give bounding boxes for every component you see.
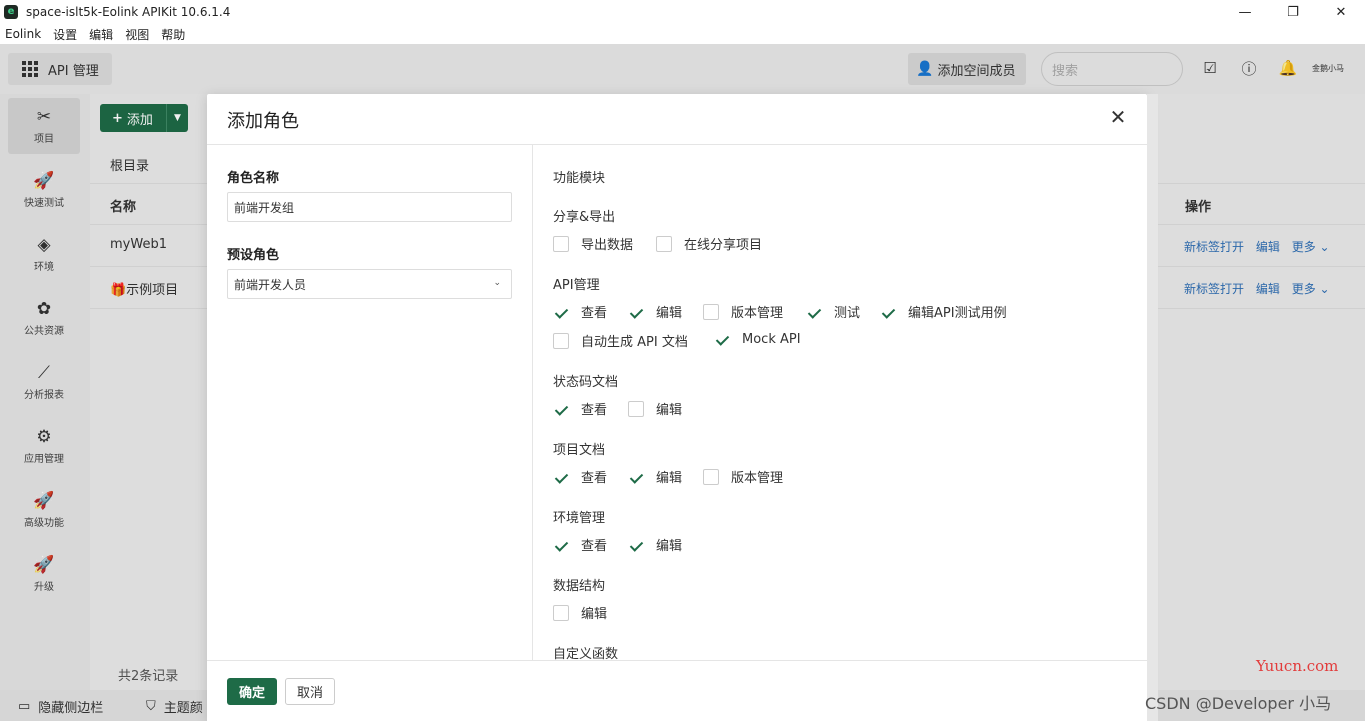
module-title: 功能模块: [553, 171, 606, 186]
menu-edit[interactable]: 编辑: [89, 26, 113, 43]
checkbox-share-project[interactable]: 在线分享项目: [656, 234, 762, 253]
checkbox-label: 版本管理: [731, 306, 784, 321]
checkbox-doc-view[interactable]: 查看: [553, 467, 607, 486]
checkbox-export-data[interactable]: 导出数据: [553, 234, 633, 253]
checkbox-box[interactable]: [880, 303, 896, 320]
confirm-button[interactable]: 确定: [227, 678, 277, 705]
add-role-dialog: 添加角色 ✕ 角色名称 前端开发组 预设角色 前端开发人员 ⌄ 功能模块 分享&…: [207, 94, 1147, 721]
role-name-input[interactable]: 前端开发组: [227, 192, 512, 222]
checkbox-struct-edit[interactable]: 编辑: [553, 603, 607, 622]
checkbox-label: 编辑: [581, 607, 608, 622]
cancel-button[interactable]: 取消: [285, 678, 335, 705]
role-name-label: 角色名称: [227, 171, 280, 186]
checkbox-env-view[interactable]: 查看: [553, 535, 607, 554]
checkbox-box[interactable]: [628, 400, 644, 417]
maximize-button[interactable]: ❐: [1269, 0, 1317, 24]
checkbox-doc-version[interactable]: 版本管理: [703, 467, 783, 486]
preset-role-select[interactable]: 前端开发人员 ⌄: [227, 269, 512, 299]
menu-eolink[interactable]: Eolink: [5, 27, 41, 41]
checkbox-label: 编辑: [656, 306, 683, 321]
page-scrollbar[interactable]: [1147, 94, 1158, 721]
checkbox-box[interactable]: [703, 303, 719, 320]
checkbox-label: 编辑API测试用例: [908, 306, 1007, 321]
close-window-button[interactable]: ✕: [1317, 0, 1365, 24]
checkbox-label: 查看: [581, 306, 608, 321]
watermark-yuucn: Yuucn.com: [1256, 657, 1339, 675]
permissions-panel: 功能模块 分享&导出 导出数据 在线分享项目 API管理 查看 编辑 版本管理 …: [533, 145, 1147, 660]
preset-role-label: 预设角色: [227, 248, 280, 263]
checkbox-api-autodoc[interactable]: 自动生成 API 文档: [553, 331, 688, 350]
minimize-button[interactable]: —: [1221, 0, 1269, 24]
section-title: API管理: [553, 278, 600, 293]
checkbox-label: 编辑: [656, 539, 683, 554]
checkbox-api-testcase[interactable]: 编辑API测试用例: [880, 302, 1007, 321]
menu-settings[interactable]: 设置: [53, 26, 77, 43]
section-title: 自定义函数: [553, 647, 619, 660]
checkbox-box[interactable]: [628, 468, 644, 485]
watermark-csdn: CSDN @Developer 小马: [1145, 694, 1332, 713]
checkbox-box[interactable]: [628, 303, 644, 320]
menu-view[interactable]: 视图: [125, 26, 149, 43]
window-controls: — ❐ ✕: [1221, 0, 1365, 24]
dialog-footer: 确定 取消: [207, 660, 1147, 721]
checkbox-box[interactable]: [703, 468, 719, 485]
dialog-title: 添加角色: [227, 111, 299, 132]
checkbox-label: 版本管理: [731, 471, 784, 486]
checkbox-label: 编辑: [656, 403, 683, 418]
section-title: 分享&导出: [553, 210, 616, 225]
menu-help[interactable]: 帮助: [161, 26, 185, 43]
app-logo-icon: e: [4, 5, 18, 19]
checkbox-box[interactable]: [714, 331, 730, 347]
checkbox-label: 编辑: [656, 471, 683, 486]
checkbox-label: 测试: [834, 306, 861, 321]
chevron-down-icon: ⌄: [493, 278, 501, 288]
checkbox-label: 自动生成 API 文档: [581, 335, 688, 350]
section-title: 环境管理: [553, 511, 606, 526]
preset-role-value: 前端开发人员: [234, 277, 307, 292]
checkbox-box[interactable]: [553, 235, 569, 252]
checkbox-api-version[interactable]: 版本管理: [703, 302, 783, 321]
checkbox-box[interactable]: [553, 400, 569, 417]
window-title: space-islt5k-Eolink APIKit 10.6.1.4: [26, 5, 231, 19]
close-icon[interactable]: ✕: [1107, 105, 1129, 129]
checkbox-doc-edit[interactable]: 编辑: [628, 467, 682, 486]
checkbox-api-mock[interactable]: Mock API: [714, 331, 801, 347]
checkbox-box[interactable]: [806, 303, 822, 320]
role-form: 角色名称 前端开发组 预设角色 前端开发人员 ⌄: [207, 145, 533, 660]
checkbox-label: 导出数据: [581, 238, 634, 253]
section-title: 项目文档: [553, 443, 606, 458]
checkbox-label: 查看: [581, 403, 608, 418]
checkbox-box[interactable]: [553, 536, 569, 553]
checkbox-api-edit[interactable]: 编辑: [628, 302, 682, 321]
checkbox-box[interactable]: [553, 332, 569, 349]
checkbox-box[interactable]: [553, 604, 569, 621]
checkbox-box[interactable]: [553, 303, 569, 320]
dialog-header: 添加角色 ✕: [207, 94, 1147, 145]
checkbox-label: 查看: [581, 471, 608, 486]
checkbox-env-edit[interactable]: 编辑: [628, 535, 682, 554]
checkbox-label: 查看: [581, 539, 608, 554]
section-title: 状态码文档: [553, 375, 619, 390]
section-title: 数据结构: [553, 579, 606, 594]
checkbox-status-view[interactable]: 查看: [553, 399, 607, 418]
checkbox-label: 在线分享项目: [684, 238, 763, 253]
menu-bar: Eolink 设置 编辑 视图 帮助: [0, 24, 1365, 44]
title-bar: e space-islt5k-Eolink APIKit 10.6.1.4 — …: [0, 0, 1365, 24]
checkbox-status-edit[interactable]: 编辑: [628, 399, 682, 418]
checkbox-box[interactable]: [553, 468, 569, 485]
checkbox-label: Mock API: [742, 331, 801, 347]
checkbox-api-view[interactable]: 查看: [553, 302, 607, 321]
checkbox-box[interactable]: [656, 235, 672, 252]
checkbox-box[interactable]: [628, 536, 644, 553]
checkbox-api-test[interactable]: 测试: [806, 302, 860, 321]
